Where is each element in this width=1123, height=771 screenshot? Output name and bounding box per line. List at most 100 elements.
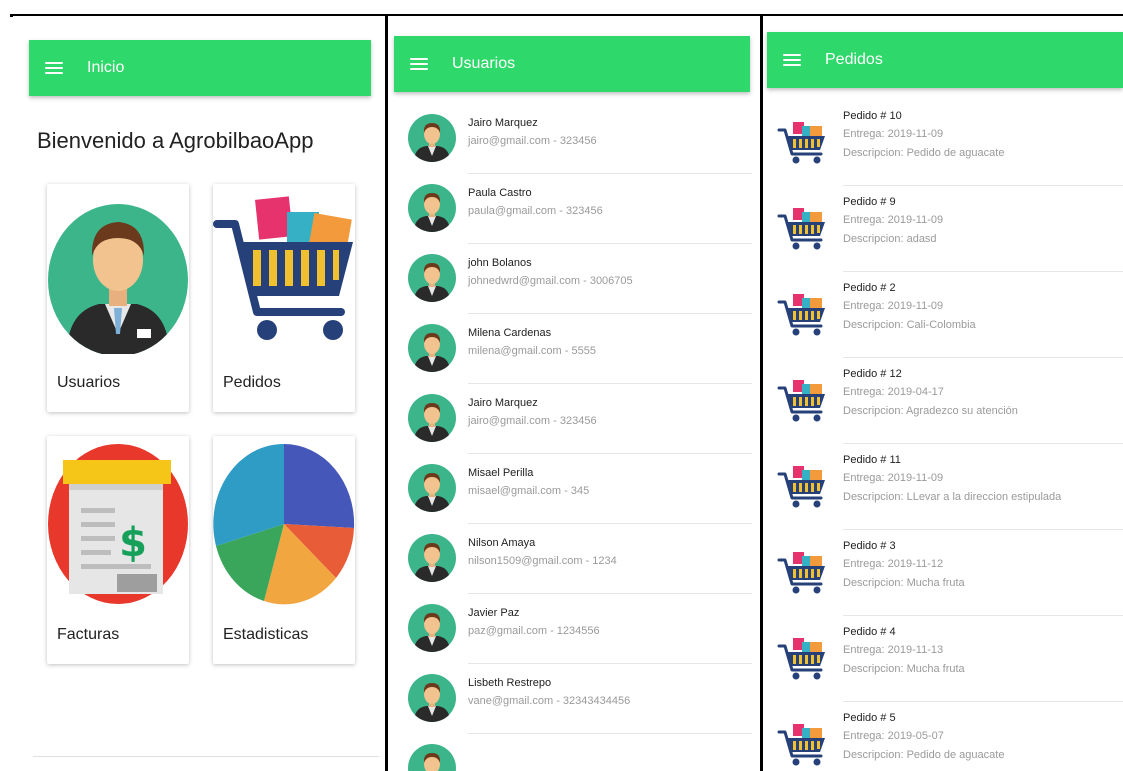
user-name: Jairo Marquez [468, 117, 538, 129]
screen-inicio: Inicio Bienvenido a AgrobilbaoApp Usuari… [13, 16, 385, 771]
order-list: Pedido # 10 Entrega: 2019-11-09 Descripcio… [763, 100, 1123, 771]
list-item[interactable]: Misael Perilla misael@gmail.com - 345 [388, 454, 760, 524]
user-detail: nilson1509@gmail.com - 1234 [468, 555, 617, 567]
list-item[interactable]: Lisbeth Restrepo vane@gmail.com - 3234343… [388, 664, 760, 734]
list-item[interactable]: john Bolanos johnedwrd@gmail.com - 300670… [388, 244, 760, 314]
list-item[interactable]: Milena Cardenas milena@gmail.com - 5555 [388, 314, 760, 384]
avatar-icon [408, 744, 456, 771]
avatar-icon [408, 184, 456, 232]
avatar-icon [408, 464, 456, 512]
card-label: Usuarios [57, 374, 121, 391]
list-item[interactable]: Pedido # 4 Entrega: 2019-11-13 Descripcion… [763, 616, 1123, 702]
app-bar: Pedidos [767, 32, 1123, 88]
list-item[interactable]: Javier Paz paz@gmail.com - 1234556 [388, 594, 760, 664]
user-detail: milena@gmail.com - 5555 [468, 345, 596, 357]
user-name: Paula Castro [468, 187, 532, 199]
app-bar-title: Pedidos [825, 51, 883, 68]
card-pedidos[interactable]: Pedidos [213, 184, 355, 412]
avatar-icon [408, 394, 456, 442]
order-description: Descripcion: Pedido de aguacate [843, 147, 1005, 159]
user-name: Milena Cardenas [468, 327, 552, 339]
user-name: john Bolanos [468, 257, 532, 269]
list-item[interactable]: Pedido # 9 Entrega: 2019-11-09 Descripcion… [763, 186, 1123, 272]
user-name: Jairo Marquez [468, 397, 538, 409]
user-name: Javier Paz [468, 607, 520, 619]
order-delivery-date: Entrega: 2019-04-17 [843, 386, 944, 398]
avatar-icon [408, 114, 456, 162]
list-item[interactable]: Pedido # 2 Entrega: 2019-11-09 Descripcion… [763, 272, 1123, 358]
order-title: Pedido # 4 [843, 626, 896, 638]
order-description: Descripcion: Pedido de aguacate [843, 749, 1005, 761]
order-title: Pedido # 3 [843, 540, 896, 552]
order-delivery-date: Entrega: 2019-11-09 [843, 300, 944, 312]
menu-icon[interactable] [783, 54, 801, 66]
welcome-heading: Bienvenido a AgrobilbaoApp [37, 128, 314, 153]
shopping-cart-icon [777, 462, 827, 508]
list-item[interactable]: Jairo Marquez jairo@gmail.com - 323456 [388, 384, 760, 454]
list-item[interactable]: Jairo Marquez jairo@gmail.com - 323456 [388, 104, 760, 174]
screen-pedidos: Pedidos Pedido # 10 Entrega: 2019-11-09 De… [763, 16, 1123, 771]
order-title: Pedido # 9 [843, 196, 896, 208]
card-facturas[interactable]: $ Facturas [47, 436, 189, 664]
shopping-cart-icon [777, 290, 827, 336]
screen-usuarios: Usuarios Jairo Marquez jairo@gmail.com - … [388, 16, 760, 771]
user-detail: johnedwrd@gmail.com - 3006705 [468, 275, 633, 287]
list-item[interactable]: Pedido # 11 Entrega: 2019-11-09 Descripcio… [763, 444, 1123, 530]
order-delivery-date: Entrega: 2019-11-09 [843, 214, 944, 226]
list-item[interactable]: Nilson Amaya nilson1509@gmail.com - 1234 [388, 524, 760, 594]
list-item[interactable] [388, 734, 760, 771]
order-delivery-date: Entrega: 2019-11-12 [843, 558, 944, 570]
app-bar: Usuarios [394, 36, 750, 92]
user-detail: jairo@gmail.com - 323456 [468, 135, 597, 147]
card-label: Estadisticas [223, 626, 309, 643]
list-item[interactable]: Pedido # 5 Entrega: 2019-05-07 Descripcion… [763, 702, 1123, 771]
user-detail: paz@gmail.com - 1234556 [468, 625, 600, 637]
avatar-icon [408, 324, 456, 372]
shopping-cart-icon [777, 204, 827, 250]
pie-chart-icon [213, 443, 355, 605]
user-detail: vane@gmail.com - 32343434456 [468, 695, 631, 707]
order-title: Pedido # 11 [843, 454, 901, 466]
card-usuarios[interactable]: Usuarios [47, 184, 189, 412]
user-avatar-icon [48, 204, 188, 354]
shopping-cart-icon [777, 634, 827, 680]
avatar-icon [408, 674, 456, 722]
app-bar: Inicio [29, 40, 371, 96]
shopping-cart-icon [777, 720, 827, 766]
user-detail: paula@gmail.com - 323456 [468, 205, 603, 217]
order-title: Pedido # 2 [843, 282, 896, 294]
order-title: Pedido # 10 [843, 110, 902, 122]
user-name: Misael Perilla [468, 467, 534, 479]
app-bar-title: Inicio [87, 59, 125, 76]
order-description: Descripcion: Mucha fruta [843, 663, 965, 675]
divider [33, 756, 379, 757]
user-name: Nilson Amaya [468, 537, 536, 549]
avatar-icon [408, 254, 456, 302]
order-delivery-date: Entrega: 2019-11-09 [843, 128, 944, 140]
list-item[interactable]: Pedido # 3 Entrega: 2019-11-12 Descripcion… [763, 530, 1123, 616]
menu-icon[interactable] [410, 58, 428, 70]
order-delivery-date: Entrega: 2019-05-07 [843, 730, 944, 742]
list-item[interactable]: Paula Castro paula@gmail.com - 323456 [388, 174, 760, 244]
card-estadisticas[interactable]: Estadisticas [213, 436, 355, 664]
order-description: Descripcion: adasd [843, 233, 937, 245]
shopping-cart-icon [213, 196, 353, 340]
order-delivery-date: Entrega: 2019-11-13 [843, 644, 944, 656]
avatar-icon [408, 534, 456, 582]
order-description: Descripcion: Cali-Colombia [843, 319, 976, 331]
menu-icon[interactable] [45, 62, 63, 74]
user-name: Lisbeth Restrepo [468, 677, 552, 689]
order-description: Descripcion: Agradezco su atención [843, 405, 1018, 417]
user-detail: misael@gmail.com - 345 [468, 485, 590, 497]
shopping-cart-icon [777, 548, 827, 594]
card-label: Facturas [57, 626, 120, 643]
list-item[interactable]: Pedido # 10 Entrega: 2019-11-09 Descripcio… [763, 100, 1123, 186]
user-list: Jairo Marquez jairo@gmail.com - 323456 Pau… [388, 104, 760, 771]
order-description: Descripcion: LLevar a la direccion estip… [843, 491, 1062, 503]
shopping-cart-icon [777, 376, 827, 422]
order-description: Descripcion: Mucha fruta [843, 577, 965, 589]
order-title: Pedido # 12 [843, 368, 902, 380]
invoice-icon: $ [48, 444, 188, 604]
app-bar-title: Usuarios [452, 55, 516, 72]
list-item[interactable]: Pedido # 12 Entrega: 2019-04-17 Descripcio… [763, 358, 1123, 444]
